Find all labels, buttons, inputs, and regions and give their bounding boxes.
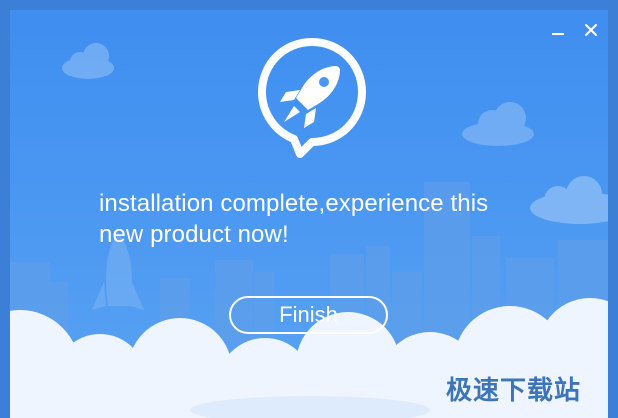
- finish-button[interactable]: Finish: [229, 296, 388, 334]
- completion-message-line-1: installation complete,experience this: [99, 190, 489, 217]
- cloud-far-right-icon: [530, 176, 608, 224]
- rocket-chat-bubble-logo: [258, 38, 366, 158]
- installer-window: installation complete,experience this ne…: [10, 10, 608, 418]
- minimize-icon: [552, 33, 564, 35]
- cloud-right-icon: [462, 102, 534, 146]
- minimize-button[interactable]: [546, 18, 570, 42]
- completion-message: installation complete,experience this ne…: [99, 188, 539, 250]
- close-icon: [585, 24, 597, 36]
- completion-message-line-2: new product now!: [99, 221, 289, 248]
- cloud-left-icon: [62, 43, 114, 79]
- close-button[interactable]: [579, 18, 603, 42]
- watermark-text: 极速下载站: [446, 376, 582, 406]
